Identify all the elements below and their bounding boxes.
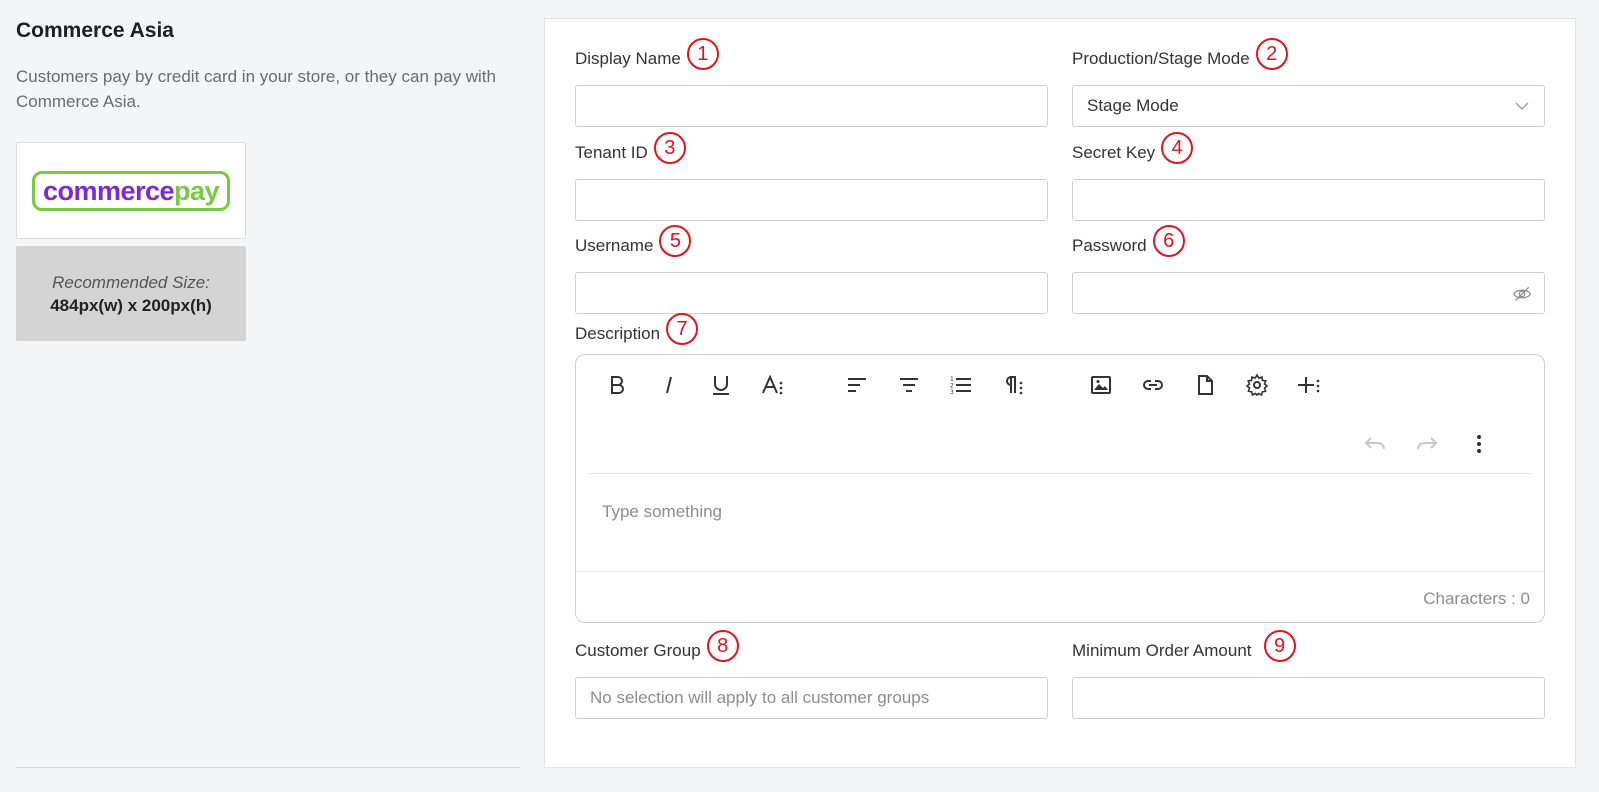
description-label: Description (575, 324, 661, 343)
description-field: Description 7 (575, 313, 699, 345)
paragraph-format-icon[interactable] (1000, 372, 1026, 398)
character-count: Characters : 0 (1423, 589, 1530, 608)
divider (16, 767, 520, 768)
mode-select[interactable]: Stage Mode (1072, 85, 1545, 127)
recommended-size-note: Recommended Size: 484px(w) x 200px(h) (16, 246, 246, 341)
tenant-id-input[interactable] (575, 179, 1048, 221)
commercepay-logo: commercepay (31, 170, 231, 211)
underline-icon[interactable] (708, 372, 734, 398)
username-field: Username 5 (575, 225, 1048, 314)
annotation-badge-4: 4 (1161, 132, 1194, 164)
settings-form: Display Name 1 Production/Stage Mode 2 Sta… (544, 18, 1576, 768)
annotation-badge-7: 7 (666, 313, 699, 345)
annotation-badge-3: 3 (653, 132, 686, 164)
customer-group-field: Customer Group 8 No selection will apply … (575, 630, 1048, 719)
tenant-id-label: Tenant ID (575, 143, 648, 162)
bold-icon[interactable] (604, 372, 630, 398)
tenant-id-field: Tenant ID 3 (575, 132, 1048, 221)
password-input[interactable] (1072, 272, 1545, 314)
footer-divider (576, 571, 1544, 572)
italic-icon[interactable] (656, 372, 682, 398)
toolbar-divider (588, 473, 1532, 474)
mode-selected-value: Stage Mode (1087, 96, 1179, 115)
username-input[interactable] (575, 272, 1048, 314)
annotation-badge-2: 2 (1255, 38, 1288, 70)
annotation-badge-9: 9 (1263, 630, 1296, 662)
ordered-list-icon[interactable]: 123 (948, 372, 974, 398)
more-options-icon[interactable] (1466, 431, 1492, 457)
annotation-badge-1: 1 (686, 38, 719, 70)
annotation-badge-6: 6 (1152, 225, 1185, 257)
mode-label: Production/Stage Mode (1072, 49, 1250, 68)
page-title: Commerce Asia (16, 19, 174, 42)
eye-slash-icon[interactable] (1512, 284, 1532, 304)
editor-placeholder[interactable]: Type something (602, 502, 722, 522)
align-center-icon[interactable] (896, 372, 922, 398)
settings-icon[interactable] (1244, 372, 1270, 398)
rich-text-editor[interactable]: 123 Type something Characters: 0 (575, 354, 1545, 623)
password-label: Password (1072, 236, 1147, 255)
more-insert-icon[interactable] (1296, 372, 1322, 398)
redo-icon[interactable] (1414, 431, 1440, 457)
recommended-size-label: Recommended Size: (52, 272, 210, 292)
min-order-input[interactable] (1072, 677, 1545, 719)
annotation-badge-8: 8 (706, 630, 739, 662)
file-icon[interactable] (1192, 372, 1218, 398)
font-size-icon[interactable] (760, 372, 786, 398)
svg-text:3: 3 (950, 389, 954, 396)
min-order-label: Minimum Order Amount (1072, 641, 1252, 660)
undo-icon[interactable] (1362, 431, 1388, 457)
secret-key-field: Secret Key 4 (1072, 132, 1545, 221)
mode-field: Production/Stage Mode 2 Stage Mode (1072, 38, 1545, 127)
payment-description: Customers pay by credit card in your sto… (16, 67, 496, 111)
annotation-badge-5: 5 (659, 225, 692, 257)
align-left-icon[interactable] (844, 372, 870, 398)
payment-method-info: Commerce Asia Customers pay by credit ca… (16, 18, 520, 341)
link-icon[interactable] (1140, 372, 1166, 398)
customer-group-label: Customer Group (575, 641, 701, 660)
chevron-down-icon (1515, 102, 1529, 110)
secret-key-label: Secret Key (1072, 143, 1156, 162)
secret-key-input[interactable] (1072, 179, 1545, 221)
logo-upload[interactable]: commercepay (16, 142, 246, 239)
min-order-field: Minimum Order Amount 9 (1072, 630, 1545, 719)
display-name-label: Display Name (575, 49, 681, 68)
image-icon[interactable] (1088, 372, 1114, 398)
customer-group-select[interactable]: No selection will apply to all customer … (575, 677, 1048, 719)
password-field: Password 6 (1072, 225, 1545, 314)
username-label: Username (575, 236, 654, 255)
display-name-input[interactable] (575, 85, 1048, 127)
display-name-field: Display Name 1 (575, 38, 1048, 127)
recommended-size-value: 484px(w) x 200px(h) (50, 295, 212, 315)
